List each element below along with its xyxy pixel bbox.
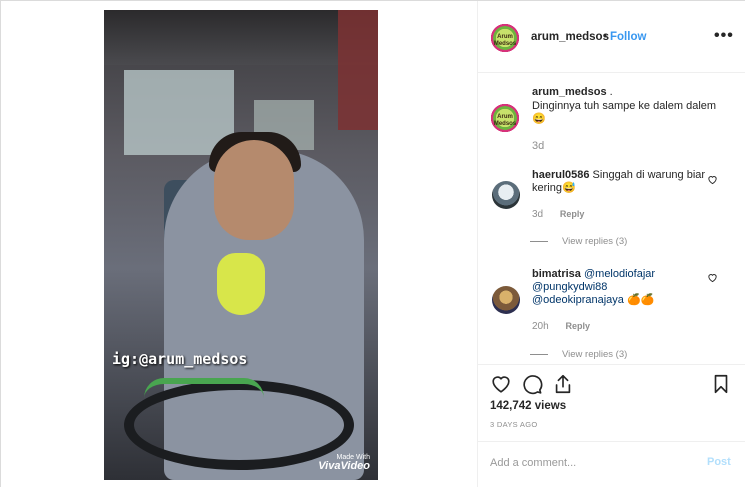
video-badge-brand: VivaVideo <box>318 460 370 472</box>
comment-emoji: 🍊🍊 <box>626 294 655 306</box>
header-separator: • <box>603 31 608 43</box>
comment-mention[interactable]: @melodiofajar <box>584 268 655 280</box>
post-comment-button[interactable]: Post <box>707 456 731 468</box>
view-replies-label: View replies (3) <box>562 349 628 360</box>
comment-username[interactable]: bimatrisa <box>532 268 581 280</box>
video-scene-wheel-trim <box>144 378 264 398</box>
heart-icon[interactable] <box>490 373 512 395</box>
view-replies-label: View replies (3) <box>562 236 628 247</box>
caption-username[interactable]: arum_medsos <box>532 86 607 98</box>
post-video[interactable]: ig:@arum_medsos Made With VivaVideo <box>104 10 378 480</box>
comment-emoji: 😅 <box>561 182 576 194</box>
comment-avatar[interactable] <box>492 181 520 209</box>
follow-button[interactable]: Follow <box>610 31 646 43</box>
caption-avatar[interactable]: Arum Medsos <box>489 102 521 134</box>
video-badge: Made With VivaVideo <box>318 453 370 472</box>
add-comment-bar: Post <box>478 441 745 487</box>
view-replies-button[interactable]: View replies (3) <box>530 349 627 360</box>
comment-mention[interactable]: @pungkydwi88 <box>532 281 607 293</box>
comment-like-heart-icon[interactable] <box>707 272 719 284</box>
post-media: ig:@arum_medsos Made With VivaVideo <box>1 1 477 487</box>
caption-text: Dinginnya tuh sampe ke dalem dalem 😄 <box>532 100 716 126</box>
video-scene-panel <box>338 10 378 130</box>
view-replies-button[interactable]: View replies (3) <box>530 236 627 247</box>
reply-button[interactable]: Reply <box>560 209 585 219</box>
author-avatar-text: Arum Medsos <box>493 33 517 47</box>
caption-time[interactable]: 3d <box>532 140 544 152</box>
comment-mention[interactable]: @odeokipranajaya <box>532 294 624 306</box>
more-options-icon[interactable]: ••• <box>714 27 734 45</box>
add-comment-input[interactable] <box>490 454 690 472</box>
caption-header: arum_medsos . <box>532 86 613 98</box>
caption-body: Dinginnya tuh sampe ke dalem dalem <box>532 100 717 112</box>
caption-emoji: 😄 <box>532 113 546 125</box>
comment-meta: 3d Reply <box>532 209 584 220</box>
comments-section[interactable]: Arum Medsos arum_medsos . Dinginnya tuh … <box>478 74 745 364</box>
post-date[interactable]: 3 DAYS AGO <box>490 420 537 429</box>
video-watermark: ig:@arum_medsos <box>112 350 248 368</box>
comment-meta: 20h Reply <box>532 321 590 332</box>
comment-time[interactable]: 20h <box>532 321 549 332</box>
author-username[interactable]: arum_medsos <box>531 31 609 43</box>
video-scene-ceiling <box>104 10 378 65</box>
caption-suffix: . <box>609 86 613 98</box>
video-scene-head <box>214 140 294 240</box>
share-icon[interactable] <box>552 373 574 395</box>
view-replies-line <box>530 353 548 355</box>
video-scene-plastic-bag <box>217 253 265 315</box>
bookmark-icon[interactable] <box>710 373 732 395</box>
comment-icon[interactable] <box>521 373 543 395</box>
comment-username[interactable]: haerul0586 <box>532 169 589 181</box>
comment-item: bimatrisa @melodiofajar @pungkydwi88 @od… <box>532 268 707 307</box>
reply-button[interactable]: Reply <box>565 321 590 331</box>
comment-like-heart-icon[interactable] <box>707 174 719 186</box>
post-side-panel: Arum Medsos arum_medsos • Follow ••• Aru… <box>477 1 745 487</box>
comment-item: haerul0586 Singgah di warung biar kering… <box>532 169 707 195</box>
author-avatar[interactable]: Arum Medsos <box>489 22 521 54</box>
post-modal: ig:@arum_medsos Made With VivaVideo Arum… <box>0 0 745 487</box>
caption-avatar-text: Arum Medsos <box>493 113 517 127</box>
post-actions: 142,742 views 3 DAYS AGO <box>478 364 745 434</box>
comment-avatar[interactable] <box>492 286 520 314</box>
comment-time[interactable]: 3d <box>532 209 543 220</box>
view-replies-line <box>530 240 548 242</box>
view-count[interactable]: 142,742 views <box>490 400 566 412</box>
post-header: Arum Medsos arum_medsos • Follow ••• <box>478 1 745 73</box>
